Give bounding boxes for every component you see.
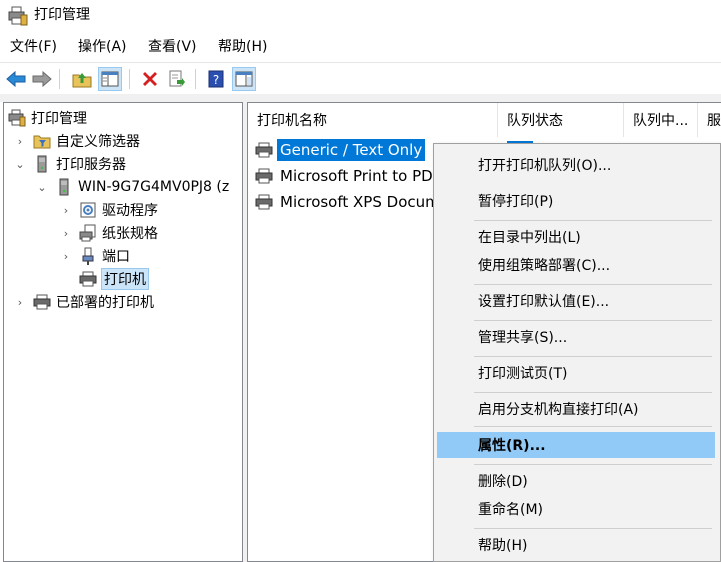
tree-item-forms[interactable]: › 纸张规格	[60, 222, 158, 244]
menu-bar: 文件(F) 操作(A) 查看(V) 帮助(H)	[0, 36, 721, 60]
menu-separator	[474, 320, 712, 321]
menu-separator	[474, 528, 712, 529]
tree-label: 打印机	[101, 268, 149, 290]
tree-label: WIN-9G7G4MV0PJ8 (z	[78, 179, 230, 195]
svg-text:?: ?	[213, 73, 219, 87]
tree-item-server[interactable]: ⌄ WIN-9G7G4MV0PJ8 (z	[36, 176, 229, 198]
menu-item-enable-branch-office-direct-printing[interactable]: 启用分支机构直接打印(A)	[437, 396, 715, 422]
forms-icon	[79, 224, 97, 242]
chevron-down-icon[interactable]: ⌄	[36, 181, 48, 194]
tree-label: 自定义筛选器	[56, 134, 140, 150]
show-hide-action-pane-icon[interactable]	[232, 67, 256, 91]
column-header-printer-name[interactable]: 打印机名称	[248, 103, 498, 137]
menu-separator	[474, 392, 712, 393]
deployed-printer-icon	[33, 293, 51, 311]
tree-item-print-servers[interactable]: ⌄ 打印服务器	[14, 153, 126, 175]
tree-item-ports[interactable]: › 端口	[60, 245, 130, 267]
menu-help[interactable]: 帮助(H)	[218, 36, 267, 58]
toolbar-separator	[59, 69, 60, 89]
menu-item-rename[interactable]: 重命名(M)	[437, 496, 715, 522]
window-title: 打印管理	[34, 7, 90, 23]
tree-label: 打印服务器	[56, 157, 126, 173]
tree-item-print-management[interactable]: 打印管理	[8, 107, 87, 129]
chevron-right-icon[interactable]: ›	[60, 250, 72, 263]
toolbar-bottom-band	[0, 94, 721, 102]
port-icon	[79, 247, 97, 265]
filter-icon	[33, 132, 51, 150]
tree-label: 驱动程序	[102, 203, 158, 219]
menu-item-list-in-directory[interactable]: 在目录中列出(L)	[437, 224, 715, 250]
tree-label: 打印管理	[31, 111, 87, 127]
chevron-right-icon[interactable]: ›	[14, 296, 26, 309]
toolbar: ?	[0, 62, 721, 94]
print-management-icon	[8, 109, 26, 127]
toolbar-separator	[129, 69, 130, 89]
up-folder-icon[interactable]	[70, 67, 94, 91]
tree-item-drivers[interactable]: › 驱动程序	[60, 199, 158, 221]
chevron-right-icon[interactable]: ›	[60, 204, 72, 217]
title-bar: 打印管理	[0, 0, 721, 32]
printer-name: Microsoft Print to PDF	[280, 167, 442, 185]
menu-item-delete[interactable]: 删除(D)	[437, 468, 715, 494]
show-hide-tree-icon[interactable]	[98, 67, 122, 91]
console-tree: 打印管理 › 自定义筛选器 ⌄ 打印服务器 ⌄ WIN-9G7G4MV0PJ8 …	[3, 102, 243, 562]
menu-item-deploy-with-group-policy[interactable]: 使用组策略部署(C)...	[437, 252, 715, 278]
menu-file[interactable]: 文件(F)	[10, 36, 57, 58]
printer-name: Generic / Text Only	[277, 139, 426, 161]
context-menu: 打开打印机队列(O)... 暂停打印(P) 在目录中列出(L) 使用组策略部署(…	[433, 143, 721, 562]
menu-item-help[interactable]: 帮助(H)	[437, 532, 715, 558]
chevron-right-icon[interactable]: ›	[14, 135, 26, 148]
printer-icon	[255, 167, 273, 185]
printer-icon	[255, 141, 273, 159]
chevron-right-icon[interactable]: ›	[60, 227, 72, 240]
menu-separator	[474, 356, 712, 357]
menu-separator	[474, 464, 712, 465]
tree-label: 纸张规格	[102, 226, 158, 242]
column-header-jobs-in-queue[interactable]: 队列中...	[624, 103, 698, 137]
menu-item-pause-printing[interactable]: 暂停打印(P)	[437, 188, 715, 214]
printer-name: Microsoft XPS Docume	[280, 193, 449, 211]
menu-item-open-queue[interactable]: 打开打印机队列(O)...	[437, 152, 715, 178]
menu-separator	[474, 426, 712, 427]
menu-item-print-test-page[interactable]: 打印测试页(T)	[437, 360, 715, 386]
menu-action[interactable]: 操作(A)	[78, 36, 127, 58]
menu-separator	[474, 220, 712, 221]
back-icon[interactable]	[4, 67, 28, 91]
tree-label: 已部署的打印机	[56, 295, 154, 311]
tree-item-deployed-printers[interactable]: › 已部署的打印机	[14, 291, 154, 313]
menu-item-set-printing-defaults[interactable]: 设置打印默认值(E)...	[437, 288, 715, 314]
help-icon[interactable]: ?	[204, 67, 228, 91]
menu-item-properties[interactable]: 属性(R)...	[437, 432, 715, 458]
tree-item-printers[interactable]: 打印机	[79, 268, 149, 290]
printer-icon	[255, 193, 273, 211]
export-list-icon[interactable]	[165, 67, 189, 91]
driver-icon	[79, 201, 97, 219]
tree-item-custom-filters[interactable]: › 自定义筛选器	[14, 130, 140, 152]
menu-view[interactable]: 查看(V)	[148, 36, 197, 58]
menu-item-manage-sharing[interactable]: 管理共享(S)...	[437, 324, 715, 350]
print-management-app-icon	[8, 6, 28, 26]
forward-icon[interactable]	[30, 67, 54, 91]
server-icon	[33, 155, 51, 173]
server-icon	[55, 178, 73, 196]
chevron-down-icon[interactable]: ⌄	[14, 158, 26, 171]
toolbar-separator	[195, 69, 196, 89]
column-header-server[interactable]: 服	[698, 103, 721, 137]
printer-icon	[79, 270, 97, 288]
delete-icon[interactable]	[138, 67, 162, 91]
menu-separator	[474, 284, 712, 285]
column-header-queue-status[interactable]: 队列状态	[498, 103, 624, 137]
tree-label: 端口	[102, 249, 130, 265]
